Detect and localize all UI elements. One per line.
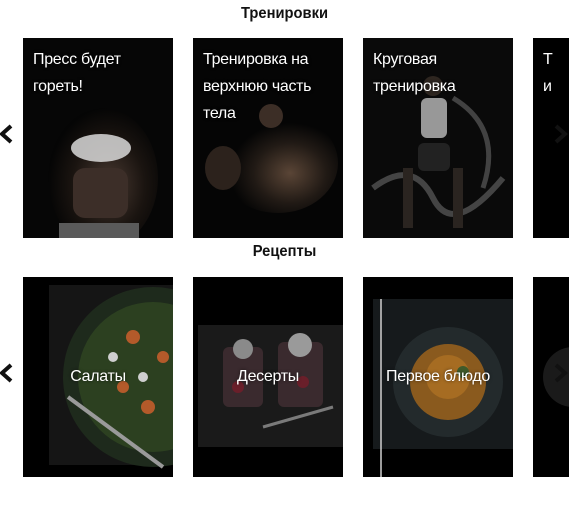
- workouts-next-button[interactable]: [553, 122, 569, 148]
- recipe-card-salads-label: Салаты: [70, 368, 126, 385]
- chevron-right-icon: [554, 363, 569, 383]
- chevron-right-icon: [554, 124, 569, 144]
- workout-card-circuit-label: Круговая тренировка: [373, 51, 456, 95]
- workout-card-abs-label: Пресс будет гореть!: [33, 51, 121, 95]
- recipes-next-button[interactable]: [553, 361, 569, 387]
- recipe-card-first-course[interactable]: Первое блюдо: [363, 277, 513, 477]
- recipe-card-salads[interactable]: Салаты: [23, 277, 173, 477]
- chevron-left-icon: [0, 363, 13, 383]
- recipe-card-desserts-label: Десерты: [237, 368, 299, 385]
- recipes-prev-button[interactable]: [0, 361, 16, 387]
- workout-card-upper-body[interactable]: Тренировка на верхнюю часть тела: [193, 38, 343, 238]
- recipe-card-desserts[interactable]: Десерты: [193, 277, 343, 477]
- recipes-title: Рецепты: [252, 243, 317, 260]
- recipe-card-first-course-label: Первое блюдо: [386, 368, 490, 385]
- workouts-prev-button[interactable]: [0, 122, 16, 148]
- workout-card-circuit[interactable]: Круговая тренировка: [363, 38, 513, 238]
- workouts-title: Тренировки: [241, 5, 328, 22]
- workout-card-abs[interactable]: Пресс будет гореть!: [23, 38, 173, 238]
- chevron-left-icon: [0, 124, 13, 144]
- workout-card-upper-body-label: Тренировка на верхнюю часть тела: [203, 51, 312, 122]
- workout-card-partial-label: Т и: [543, 51, 553, 95]
